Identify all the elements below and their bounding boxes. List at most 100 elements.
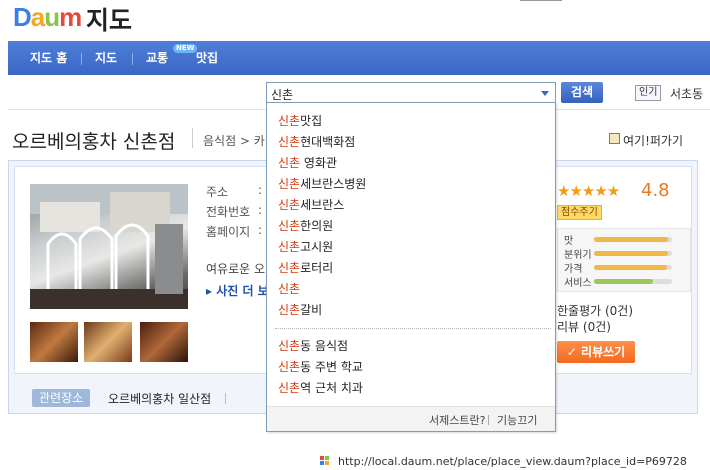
search-query: 신촌 <box>271 88 294 102</box>
rating-score: 4.8 <box>641 180 670 201</box>
new-badge: NEW <box>173 44 198 53</box>
logo-letter-d: D <box>13 2 32 32</box>
popular-keyword-link[interactable]: 서초동 <box>670 85 703 102</box>
rating-bar-price <box>594 265 672 270</box>
rating-label-taste: 맛 <box>564 236 574 247</box>
category-breadcrumb[interactable]: 음식점 > 카 <box>203 132 265 149</box>
logo-letter-a: a <box>30 2 46 32</box>
popular-badge: 인기 <box>635 85 662 101</box>
related-places-tag: 관련장소 <box>32 389 91 407</box>
status-url: http://local.daum.net/place/place_view.d… <box>338 455 687 468</box>
address-label: 주소 <box>206 185 229 199</box>
what-is-suggest-link[interactable]: 서제스트란? <box>429 412 485 428</box>
share-icon <box>609 133 620 144</box>
suggestion-item[interactable]: 신촌역 근처 치과 <box>278 379 363 396</box>
suggestion-highlight: 신촌 <box>278 156 301 170</box>
rating-bar-service <box>594 279 672 284</box>
place-title: 오르베의홍차 신촌점 <box>12 131 176 153</box>
suggestion-item[interactable]: 신촌맛집 <box>278 112 322 129</box>
nav-map[interactable]: 지도 <box>95 41 117 75</box>
logo-letter-u: u <box>44 2 60 32</box>
search-button[interactable]: 검색 <box>561 82 603 103</box>
suggestion-item[interactable]: 신촌동 음식점 <box>278 337 348 354</box>
suggestion-text: 로터리 <box>300 261 334 275</box>
suggestion-footer: 서제스트란? 기능끄기 <box>267 406 555 431</box>
rating-fill <box>594 237 669 242</box>
rating-breakdown: 맛 분위기 가격 서비스 <box>557 228 691 292</box>
one-line-review-count[interactable]: 한줄평가 (0건) <box>557 302 633 319</box>
suggestion-item[interactable]: 신촌로터리 <box>278 259 333 276</box>
phone-label: 전화번호 <box>206 205 251 219</box>
nav-separator <box>132 53 133 65</box>
related-place-link[interactable]: 오르베의홍차 일산점 <box>108 390 211 407</box>
suggestion-item[interactable]: 신촌고시원 <box>278 238 333 255</box>
related-separator <box>225 393 226 404</box>
suggestion-highlight: 신촌 <box>278 381 301 395</box>
dropdown-arrow-icon[interactable] <box>541 91 549 96</box>
footer-separator <box>488 415 489 425</box>
suggestion-item[interactable]: 신촌현대백화점 <box>278 133 355 150</box>
suggestion-highlight: 신촌 <box>278 240 301 254</box>
photo-thumbnail[interactable] <box>30 322 78 362</box>
suggestion-highlight: 신촌 <box>278 177 301 191</box>
photo-thumbnail[interactable] <box>140 322 188 362</box>
nav-restaurants[interactable]: 맛집 <box>196 41 218 75</box>
suggestion-text: 한의원 <box>300 219 334 233</box>
phone-colon: : <box>258 203 263 217</box>
photo-thumbnail[interactable] <box>84 322 132 362</box>
rating-label-price: 가격 <box>564 264 583 275</box>
nav-map-home[interactable]: 지도 홈 <box>30 41 67 75</box>
search-input[interactable]: 신촌 <box>266 82 556 104</box>
suggestion-item[interactable]: 신촌세브란스병원 <box>278 175 366 192</box>
rating-bar-mood <box>594 251 672 256</box>
suggestion-item[interactable]: 신촌동 주변 학교 <box>278 358 363 375</box>
top-divider <box>520 0 562 1</box>
more-photos-link[interactable]: ▸ 사진 더 보 <box>206 282 269 299</box>
disable-suggest-link[interactable]: 기능끄기 <box>497 412 537 428</box>
rating-label-mood: 분위기 <box>564 250 592 261</box>
suggestion-highlight: 신촌 <box>278 339 301 353</box>
suggestion-text: 고시원 <box>300 240 334 254</box>
give-score-button[interactable]: 점수주기 <box>557 205 602 220</box>
rating-fill <box>594 279 653 284</box>
rating-stars-icon: ★★★★★ <box>557 182 620 200</box>
address-colon: : <box>258 183 263 197</box>
suggestion-item[interactable]: 신촌한의원 <box>278 217 333 234</box>
suggestion-text: 동 음식점 <box>300 339 349 353</box>
suggestion-item[interactable]: 신촌 <box>278 280 300 297</box>
suggestion-divider <box>275 328 551 329</box>
title-divider <box>192 128 193 148</box>
rating-label-service: 서비스 <box>564 278 592 289</box>
homepage-colon: : <box>258 223 263 237</box>
write-review-button[interactable]: ✓ 리뷰쓰기 <box>557 341 635 363</box>
review-count[interactable]: 리뷰 (0건) <box>557 318 611 335</box>
nav-separator <box>81 53 82 65</box>
homepage-label: 홈페이지 <box>206 225 251 239</box>
suggestion-highlight: 신촌 <box>278 282 301 296</box>
suggestion-highlight: 신촌 <box>278 360 301 374</box>
suggestion-text: 영화관 <box>300 156 338 170</box>
suggestion-highlight: 신촌 <box>278 261 301 275</box>
map-service-title[interactable]: 지도 <box>86 1 132 37</box>
suggestion-text: 갈비 <box>300 303 323 317</box>
suggestion-text: 맛집 <box>300 114 323 128</box>
suggestion-item[interactable]: 신촌갈비 <box>278 301 322 318</box>
share-link[interactable]: 여기!퍼가기 <box>623 132 683 149</box>
storefront-image <box>30 184 188 309</box>
suggestion-text: 세브란스병원 <box>300 177 367 191</box>
logo-letter-m: m <box>59 2 82 32</box>
main-navbar: 지도 홈 지도 교통 NEW 맛집 <box>8 41 710 75</box>
suggestion-highlight: 신촌 <box>278 114 301 128</box>
daum-logo[interactable]: Daum <box>13 2 82 33</box>
rating-bar-taste <box>594 237 672 242</box>
suggestion-text: 동 주변 학교 <box>300 360 363 374</box>
place-description: 여유로운 오 <box>206 262 266 276</box>
suggestion-highlight: 신촌 <box>278 135 301 149</box>
nav-traffic[interactable]: 교통 <box>146 41 168 75</box>
rating-fill <box>594 265 667 270</box>
suggestion-highlight: 신촌 <box>278 219 301 233</box>
place-main-photo[interactable] <box>30 184 188 309</box>
suggestion-item[interactable]: 신촌세브란스 <box>278 196 344 213</box>
suggestion-highlight: 신촌 <box>278 303 301 317</box>
suggestion-item[interactable]: 신촌 영화관 <box>278 154 337 171</box>
